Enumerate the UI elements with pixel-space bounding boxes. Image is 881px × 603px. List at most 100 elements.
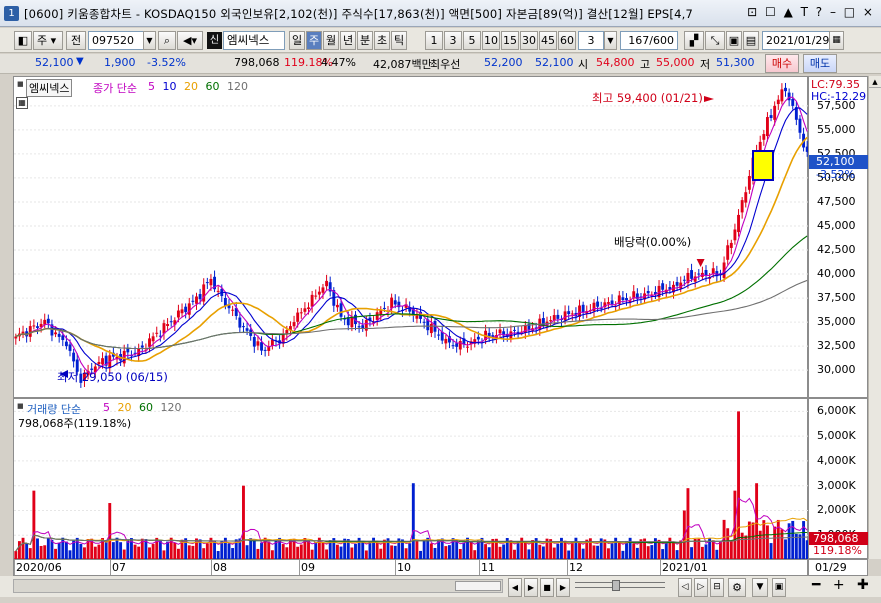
- volume-bar: [596, 545, 600, 560]
- minute-button-3[interactable]: 3: [444, 31, 462, 50]
- candle-body: [422, 321, 426, 323]
- minute-button-15[interactable]: 15: [501, 31, 519, 50]
- volume-tick: 5,000K: [817, 429, 856, 443]
- period-unit-select[interactable]: 주 ▾: [33, 31, 63, 50]
- candle-body: [625, 298, 628, 301]
- layout-split-icon[interactable]: ⊟: [710, 578, 724, 597]
- period-button-6[interactable]: 틱: [391, 31, 407, 50]
- vertical-scrollbar[interactable]: ▲: [868, 76, 881, 559]
- print-icon[interactable]: ▤: [743, 31, 759, 50]
- sell-button[interactable]: 매도: [803, 54, 837, 73]
- period-button-5[interactable]: 초: [374, 31, 390, 50]
- candle-body: [563, 311, 567, 321]
- price-tick: 45,000: [817, 218, 856, 232]
- stock-tag[interactable]: 엠씨넥스: [26, 79, 73, 97]
- volume-bar: [578, 542, 581, 560]
- data-count-field[interactable]: 167/600: [620, 31, 678, 50]
- volume-bar: [43, 545, 47, 560]
- volume-bar: [574, 537, 578, 560]
- custom-minute-input[interactable]: 3: [578, 31, 604, 50]
- stop-icon[interactable]: ■: [540, 578, 554, 597]
- settings-icon[interactable]: ⚙: [728, 578, 746, 597]
- save-icon[interactable]: ▣: [726, 31, 742, 50]
- volume-bar: [151, 543, 155, 560]
- volume-chart[interactable]: ■ 거래량 단순 5 20 60 120 798,068주(119.18%): [13, 398, 809, 560]
- calendar-icon[interactable]: ▦: [829, 31, 844, 50]
- candle-body: [791, 98, 795, 106]
- new-listing-badge: 신: [207, 32, 222, 49]
- volume-bar: [765, 525, 769, 560]
- minute-button-45[interactable]: 45: [539, 31, 557, 50]
- candle-body: [596, 301, 600, 307]
- stock-name-field[interactable]: 엠씨넥스: [223, 31, 285, 50]
- zoom-controls[interactable]: ━ + ✚: [812, 577, 873, 593]
- candle-body: [57, 333, 61, 337]
- volume-bar: [447, 545, 451, 560]
- speaker-icon[interactable]: ◀▾: [177, 31, 203, 50]
- candle-body: [390, 297, 394, 309]
- layout-icon[interactable]: ◧: [14, 31, 32, 50]
- minute-button-10[interactable]: 10: [482, 31, 500, 50]
- minute-button-60[interactable]: 60: [558, 31, 576, 50]
- code-dropdown-icon[interactable]: ▼: [143, 31, 156, 50]
- candle-body: [429, 323, 433, 334]
- period-button-1[interactable]: 주: [306, 31, 322, 50]
- draw-tool-icon[interactable]: ⤡: [705, 31, 725, 50]
- time-tick: 08: [213, 561, 227, 574]
- candle-body: [549, 320, 553, 322]
- scroll-up-icon[interactable]: ▲: [869, 76, 881, 88]
- prev-button[interactable]: 전: [66, 31, 86, 50]
- price-tick: 30,000: [817, 363, 856, 377]
- volume-bar: [751, 522, 755, 560]
- fit-view-icon[interactable]: ▣: [772, 578, 786, 597]
- candle-type-icon[interactable]: ▞: [684, 31, 704, 50]
- zoom-slider-thumb[interactable]: [612, 580, 620, 591]
- date-input[interactable]: 2021/01/29: [762, 31, 830, 50]
- volume-bar: [39, 545, 43, 560]
- volume-bar: [25, 543, 29, 560]
- price-chart[interactable]: ■ 엠씨넥스 종가 단순 5 10 20 60 120 ▦ 최고 59,400 …: [13, 76, 809, 398]
- scroll-thumb[interactable]: [455, 581, 501, 591]
- volume-bar: [509, 540, 513, 560]
- ma-legend-120: 120: [227, 80, 248, 93]
- volume-bar: [563, 540, 567, 560]
- table-icon[interactable]: ▦: [16, 97, 28, 109]
- volume-bar: [191, 545, 195, 560]
- minute-button-5[interactable]: 5: [463, 31, 481, 50]
- buy-button[interactable]: 매수: [765, 54, 799, 73]
- volume-bar: [108, 503, 112, 560]
- quote-price: 52,100: [35, 56, 74, 69]
- candle-body: [675, 282, 679, 286]
- play-icon[interactable]: ▶: [524, 578, 538, 597]
- scroll-down-icon[interactable]: ▼: [752, 578, 768, 597]
- candle-body: [198, 294, 202, 300]
- period-button-0[interactable]: 일: [289, 31, 305, 50]
- scroll-prev-icon[interactable]: ◀: [508, 578, 522, 597]
- volume-bar: [361, 540, 365, 560]
- zoom-in-icon[interactable]: ▷: [694, 578, 708, 597]
- scroll-next-icon[interactable]: ▶: [556, 578, 570, 597]
- zoom-out-icon[interactable]: ◁: [678, 578, 692, 597]
- horizontal-scrollbar[interactable]: [13, 579, 503, 593]
- search-icon[interactable]: ⌕: [158, 31, 176, 50]
- period-button-3[interactable]: 년: [340, 31, 356, 50]
- volume-bar: [686, 488, 690, 560]
- minute-button-30[interactable]: 30: [520, 31, 538, 50]
- custom-minute-dropdown-icon[interactable]: ▼: [604, 31, 617, 50]
- period-button-4[interactable]: 분: [357, 31, 373, 50]
- candle-body: [393, 300, 397, 305]
- volume-bar: [469, 541, 473, 560]
- zoom-slider[interactable]: [575, 582, 665, 588]
- candle-body: [610, 300, 614, 305]
- minute-button-1[interactable]: 1: [425, 31, 443, 50]
- candle-body: [321, 287, 325, 293]
- window-controls[interactable]: ⊡ ☐ ▲ T ? – □ ×: [747, 5, 875, 19]
- period-button-2[interactable]: 월: [323, 31, 339, 50]
- price-axis: LC:79.35 HC:-12.29 57,500 55,000 52,500 50,…: [808, 76, 871, 398]
- candle-body: [191, 300, 195, 302]
- volume-bar: [697, 538, 701, 560]
- ma-legend-10: 10: [162, 80, 180, 93]
- stock-code-input[interactable]: 097520: [88, 31, 144, 50]
- volume-bar: [516, 542, 520, 560]
- candle-body: [46, 318, 50, 324]
